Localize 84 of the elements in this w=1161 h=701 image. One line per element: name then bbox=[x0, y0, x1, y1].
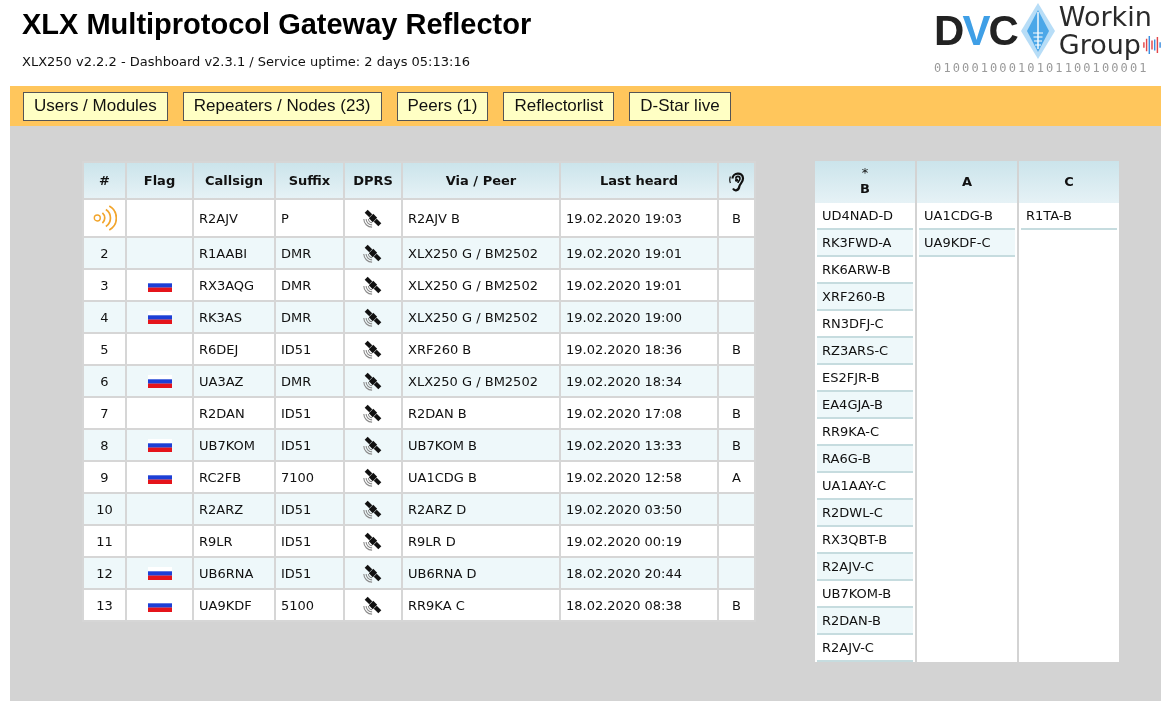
module-user: RA6G-B bbox=[817, 446, 913, 473]
module-user: R2AJV-C bbox=[817, 554, 913, 581]
table-cell: ID51 bbox=[275, 493, 344, 525]
table-cell: 19.02.2020 19:00 bbox=[560, 301, 718, 333]
module-name: C bbox=[1064, 173, 1074, 191]
table-cell: 5100 bbox=[275, 589, 344, 621]
logo-letters: DVC bbox=[934, 6, 1019, 56]
column-header: Suffix bbox=[275, 162, 344, 199]
module-name: A bbox=[961, 173, 973, 191]
table-cell: UB7KOM B bbox=[402, 429, 560, 461]
nav-button[interactable]: D-Star live bbox=[629, 91, 731, 121]
module-user: R2DWL-C bbox=[817, 500, 913, 527]
table-cell: 8 bbox=[83, 429, 126, 461]
satellite-icon[interactable] bbox=[362, 498, 384, 520]
table-cell: XLX250 G / BM2502 bbox=[402, 365, 560, 397]
table-cell: 19.02.2020 03:50 bbox=[560, 493, 718, 525]
module-user: R1TA-B bbox=[1021, 203, 1117, 230]
table-cell: RR9KA C bbox=[402, 589, 560, 621]
table-cell: UA3AZ bbox=[193, 365, 275, 397]
column-header: DPRS bbox=[344, 162, 402, 199]
nav-button[interactable]: Repeaters / Nodes (23) bbox=[182, 91, 382, 121]
module-user: XRF260-B bbox=[817, 284, 913, 311]
table-cell: 6 bbox=[83, 365, 126, 397]
table-cell: 18.02.2020 08:38 bbox=[560, 589, 718, 621]
column-header: Last heard bbox=[560, 162, 718, 199]
table-cell: ID51 bbox=[275, 429, 344, 461]
table-cell: 19.02.2020 13:33 bbox=[560, 429, 718, 461]
satellite-icon[interactable] bbox=[362, 370, 384, 392]
satellite-icon[interactable] bbox=[362, 530, 384, 552]
module-user: RZ3ARS-C bbox=[817, 338, 913, 365]
logo-wordmark-bottom: Group bbox=[1058, 31, 1141, 59]
nav-button[interactable]: Users / Modules bbox=[23, 91, 168, 121]
satellite-icon[interactable] bbox=[362, 562, 384, 584]
column-header: Callsign bbox=[193, 162, 275, 199]
table-cell: DMR bbox=[275, 365, 344, 397]
table-cell: 2 bbox=[83, 237, 126, 269]
waveform-icon bbox=[1143, 35, 1161, 55]
nav-button[interactable]: Peers (1) bbox=[396, 91, 489, 121]
satellite-icon[interactable] bbox=[362, 466, 384, 488]
column-header: Flag bbox=[126, 162, 193, 199]
table-cell: UB6RNA D bbox=[402, 557, 560, 589]
table-cell: UA9KDF bbox=[193, 589, 275, 621]
satellite-icon[interactable] bbox=[362, 402, 384, 424]
diamond-emblem-icon bbox=[1020, 3, 1055, 59]
column-header: Via / Peer bbox=[402, 162, 560, 199]
table-cell: UB7KOM bbox=[193, 429, 275, 461]
module-user: R2AJV-C bbox=[817, 635, 913, 662]
table-cell: XLX250 G / BM2502 bbox=[402, 301, 560, 333]
page-title: XLX Multiprotocol Gateway Reflector bbox=[22, 7, 532, 42]
version-info: XLX250 v2.2.2 - Dashboard v2.3.1 / Service uptime: 2 days 05:13:16 bbox=[22, 54, 471, 70]
module-user: UA9KDF-C bbox=[919, 230, 1015, 257]
table-cell: R2ARZ D bbox=[402, 493, 560, 525]
satellite-icon[interactable] bbox=[362, 594, 384, 616]
module-user: EA4GJA-B bbox=[817, 392, 913, 419]
logo-binary-text: 01000100010101100100001 bbox=[934, 61, 1149, 75]
table-cell: 18.02.2020 20:44 bbox=[560, 557, 718, 589]
satellite-icon[interactable] bbox=[362, 434, 384, 456]
table-cell: XLX250 G / BM2502 bbox=[402, 237, 560, 269]
module-name: B bbox=[860, 180, 870, 198]
satellite-icon[interactable] bbox=[362, 306, 384, 328]
logo-wordmark-top: Workin bbox=[1058, 3, 1153, 31]
table-cell: 10 bbox=[83, 493, 126, 525]
nav-button[interactable]: Reflectorlist bbox=[503, 91, 615, 121]
table-cell: ID51 bbox=[275, 557, 344, 589]
table-cell: B bbox=[718, 589, 755, 621]
table-cell: DMR bbox=[275, 301, 344, 333]
column-header: # bbox=[83, 162, 126, 199]
table-cell: 19.02.2020 19:01 bbox=[560, 237, 718, 269]
table-cell: R2ARZ bbox=[193, 493, 275, 525]
satellite-icon[interactable] bbox=[362, 338, 384, 360]
table-cell: UB6RNA bbox=[193, 557, 275, 589]
table-cell: RK3AS bbox=[193, 301, 275, 333]
table-cell: 13 bbox=[83, 589, 126, 621]
satellite-icon[interactable] bbox=[362, 274, 384, 296]
table-cell: 4 bbox=[83, 301, 126, 333]
module-user: RK3FWD-A bbox=[817, 230, 913, 257]
module-marker: * bbox=[861, 166, 869, 180]
table-cell: 12 bbox=[83, 557, 126, 589]
satellite-icon[interactable] bbox=[362, 207, 384, 229]
table-cell: R1AABI bbox=[193, 237, 275, 269]
satellite-icon[interactable] bbox=[362, 242, 384, 264]
module-user: R2DAN-B bbox=[817, 608, 913, 635]
table-cell: 19.02.2020 18:34 bbox=[560, 365, 718, 397]
table-cell: DMR bbox=[275, 237, 344, 269]
